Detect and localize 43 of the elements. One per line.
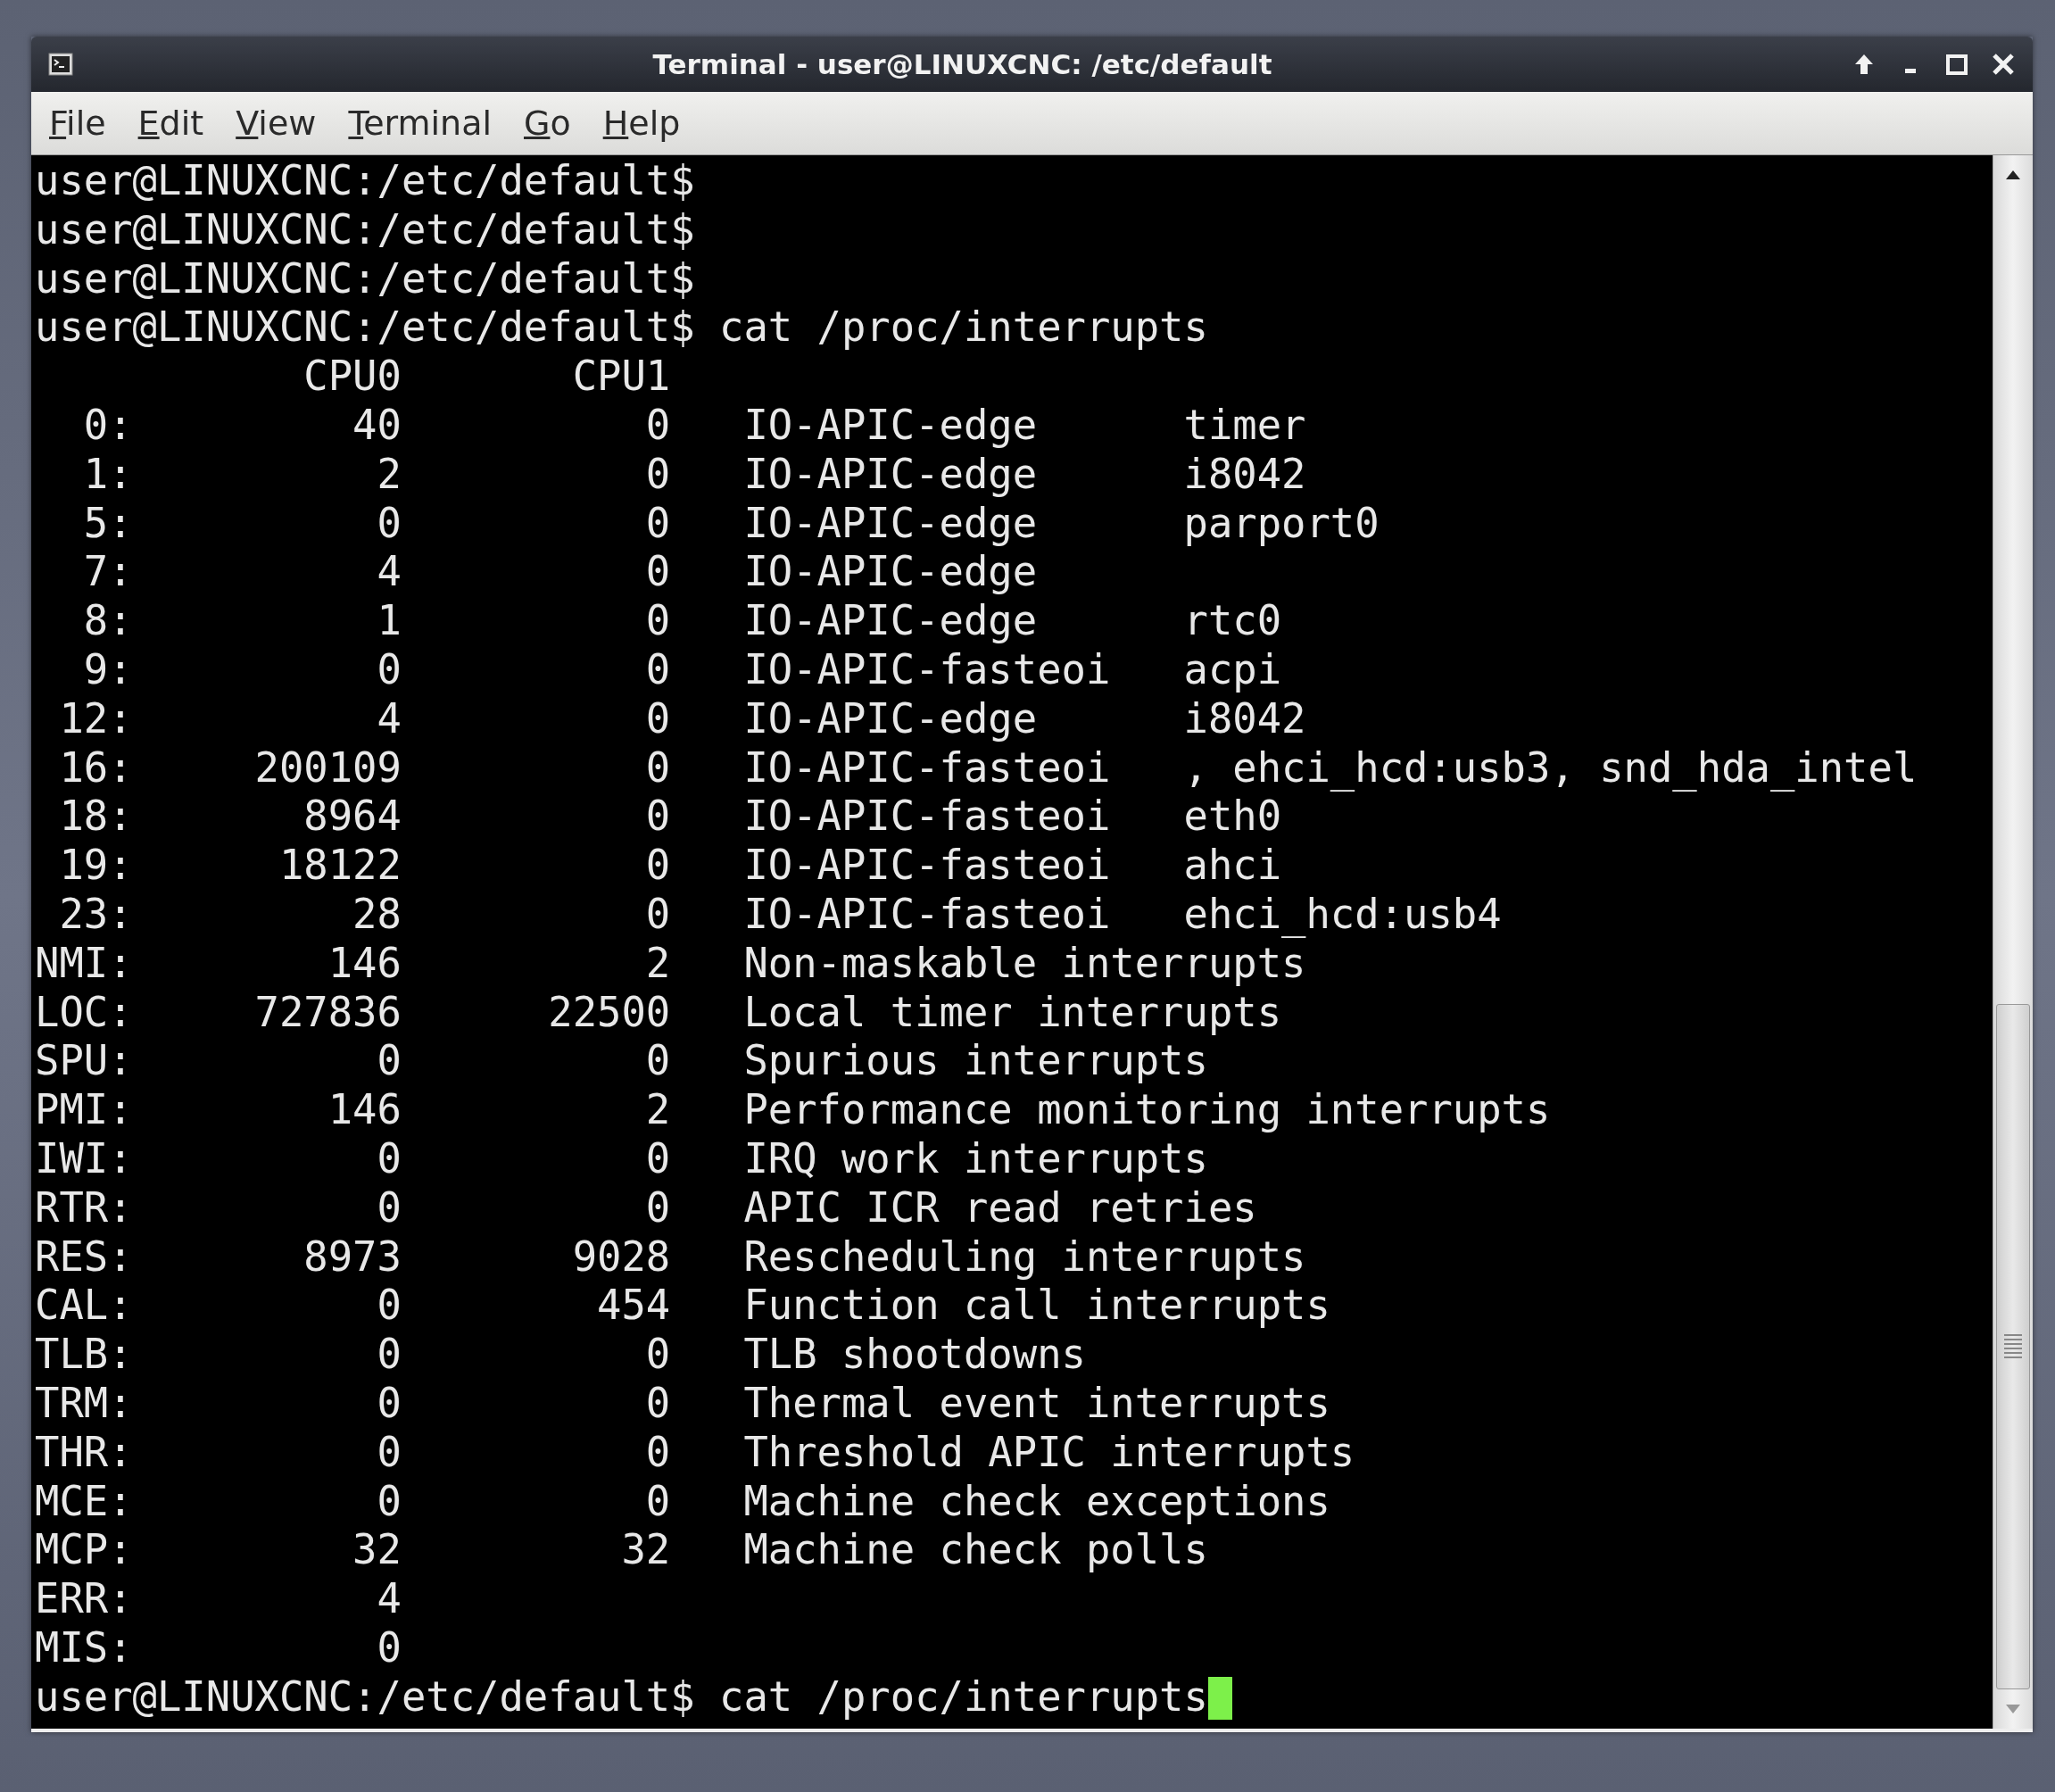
scrollbar[interactable] <box>1993 155 2033 1729</box>
menu-item[interactable]: File <box>49 104 106 143</box>
terminal-line: MCP: 32 32 Machine check polls <box>35 1526 1209 1576</box>
menu-item[interactable]: Help <box>602 104 681 143</box>
scrollbar-thumb[interactable] <box>1996 1004 2030 1689</box>
menu-item[interactable]: Edit <box>137 104 204 143</box>
terminal-line: user@LINUXCNC:/etc/default$ <box>35 157 696 206</box>
terminal-line: CAL: 0 454 Function call interrupts <box>35 1282 1331 1332</box>
terminal-line: 8: 1 0 IO-APIC-edge rtc0 <box>82 597 1283 646</box>
terminal-line: 23: 28 0 IO-APIC-fasteoi ehci_hcd:usb4 <box>58 890 1503 940</box>
terminal-line: PMI: 146 2 Performance monitoring interrupts <box>35 1086 1552 1135</box>
terminal-line: user@LINUXCNC:/etc/default$ <box>35 254 696 304</box>
terminal-line: 7: 4 0 IO-APIC-edge <box>82 548 1039 598</box>
terminal-line: 18: 8964 0 IO-APIC-fasteoi eth0 <box>58 792 1283 842</box>
terminal-line: CPU0 CPU1 <box>302 353 672 402</box>
terminal-line: RTR: 0 0 APIC ICR read retries <box>35 1183 1258 1233</box>
terminal-line: NMI: 146 2 Non-maskable interrupts <box>35 939 1307 989</box>
menu-item[interactable]: Go <box>524 104 571 143</box>
terminal-line: THR: 0 0 Threshold APIC interrupts <box>35 1428 1356 1478</box>
terminal-icon <box>47 51 74 78</box>
terminal-line: user@LINUXCNC:/etc/default$ <box>35 205 696 255</box>
terminal-line: 12: 4 0 IO-APIC-edge i8042 <box>58 694 1307 744</box>
terminal-line: SPU: 0 0 Spurious interrupts <box>35 1037 1209 1087</box>
terminal-line: ERR: 4 <box>35 1575 402 1624</box>
terminal-line: user@LINUXCNC:/etc/default$ cat /proc/interrupts <box>35 303 1209 353</box>
terminal-line: TRM: 0 0 Thermal event interrupts <box>35 1379 1331 1429</box>
terminal-line: LOC: 727836 22500 Local timer interrupts <box>35 988 1283 1038</box>
menu-item[interactable]: View <box>236 104 317 143</box>
menu-item[interactable]: Terminal <box>348 104 492 143</box>
terminal-line: TLB: 0 0 TLB shootdowns <box>35 1331 1087 1380</box>
terminal-line: RES: 8973 9028 Rescheduling interrupts <box>35 1232 1307 1282</box>
terminal-line: MCE: 0 0 Machine check exceptions <box>35 1477 1331 1527</box>
terminal-line: 19: 18122 0 IO-APIC-fasteoi ahci <box>58 842 1283 891</box>
terminal-line: IWI: 0 0 IRQ work interrupts <box>35 1134 1209 1184</box>
window-title: Terminal - user@LINUXCNC: /etc/default <box>651 48 1273 80</box>
terminal-line: 0: 40 0 IO-APIC-edge timer <box>82 402 1307 451</box>
terminal-line: 16: 200109 0 IO-APIC-fasteoi , ehci_hcd:usb3, snd_hda_intel <box>58 743 1918 793</box>
terminal-line: MIS: 0 <box>35 1623 402 1673</box>
terminal-line: 9: 0 0 IO-APIC-fasteoi acpi <box>82 645 1283 695</box>
terminal-line: 1: 2 0 IO-APIC-edge i8042 <box>82 450 1307 500</box>
terminal-line: user@LINUXCNC:/etc/default$ cat /proc/interrupts <box>35 1672 1989 1722</box>
terminal-line: 5: 0 0 IO-APIC-edge parport0 <box>82 499 1380 549</box>
grip-icon <box>2002 1333 2024 1360</box>
